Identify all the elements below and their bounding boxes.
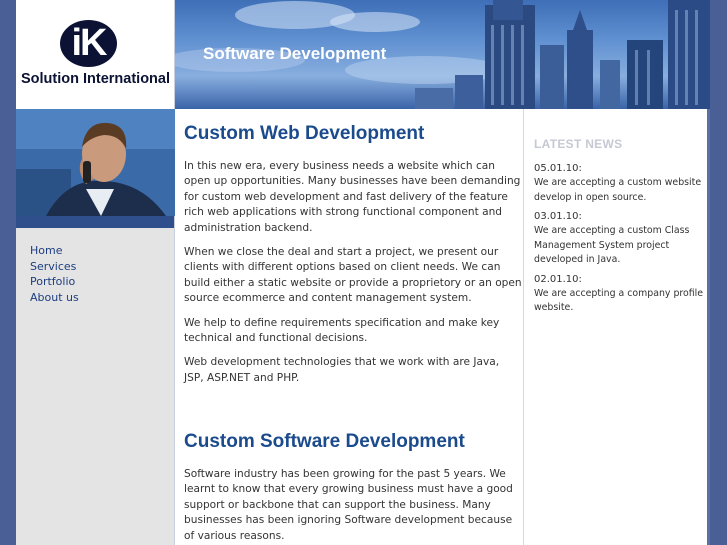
banner-title: Software Development xyxy=(203,44,387,63)
news-date: 03.01.10: xyxy=(534,211,582,222)
nav-item-about-us[interactable]: About us xyxy=(30,290,79,306)
right-border xyxy=(707,109,710,545)
news-text: We are accepting a custom Class Manageme… xyxy=(534,225,690,265)
header-banner: Software Development xyxy=(175,0,710,109)
news-item: 03.01.10: We are accepting a custom Clas… xyxy=(534,209,704,268)
news-text: We are accepting a company profile websi… xyxy=(534,287,704,314)
brand-name: Solution International xyxy=(20,71,171,87)
logo-icon: iK xyxy=(60,20,117,67)
section-title-software: Custom Software Development xyxy=(184,431,465,452)
nav-item-portfolio[interactable]: Portfolio xyxy=(30,274,79,290)
news-item: 02.01.10: We are accepting a company pro… xyxy=(534,272,704,316)
paragraph: When we close the deal and start a proje… xyxy=(184,246,522,305)
business-man-photo xyxy=(16,109,175,216)
news-date: 05.01.10: xyxy=(534,163,582,174)
news-date: 02.01.10: xyxy=(534,273,582,285)
nav-item-services[interactable]: Services xyxy=(30,259,79,275)
paragraph: In this new era, every business needs a … xyxy=(184,160,521,234)
news-heading: LATEST NEWS xyxy=(534,137,623,151)
main-content: Custom Web Development In this new era, … xyxy=(184,109,522,545)
main-nav: Home Services Portfolio About us xyxy=(30,243,79,305)
section-web-body: In this new era, every business needs a … xyxy=(184,159,522,395)
news-list: 05.01.10: We are accepting a custom webs… xyxy=(534,161,704,320)
section-software-body: Software industry has been growing for t… xyxy=(184,467,522,545)
news-item: 05.01.10: We are accepting a custom webs… xyxy=(534,161,704,205)
sidebar-strip xyxy=(16,216,174,228)
news-text: We are accepting a custom website develo… xyxy=(534,177,702,203)
man-on-phone-image xyxy=(16,109,175,216)
page: iK Solution International Software Devel… xyxy=(16,0,710,545)
news-sidebar: LATEST NEWS 05.01.10: We are accepting a… xyxy=(523,109,710,545)
section-title-web: Custom Web Development xyxy=(184,123,425,144)
paragraph: We help to define requirements specifica… xyxy=(184,316,500,345)
sidebar: Home Services Portfolio About us xyxy=(16,216,175,545)
paragraph: Web development technologies that we wor… xyxy=(184,356,500,384)
logo-letters: iK xyxy=(71,22,108,64)
logo[interactable]: iK Solution International xyxy=(16,0,175,109)
paragraph: Software industry has been growing for t… xyxy=(184,468,513,542)
nav-item-home[interactable]: Home xyxy=(30,243,79,259)
